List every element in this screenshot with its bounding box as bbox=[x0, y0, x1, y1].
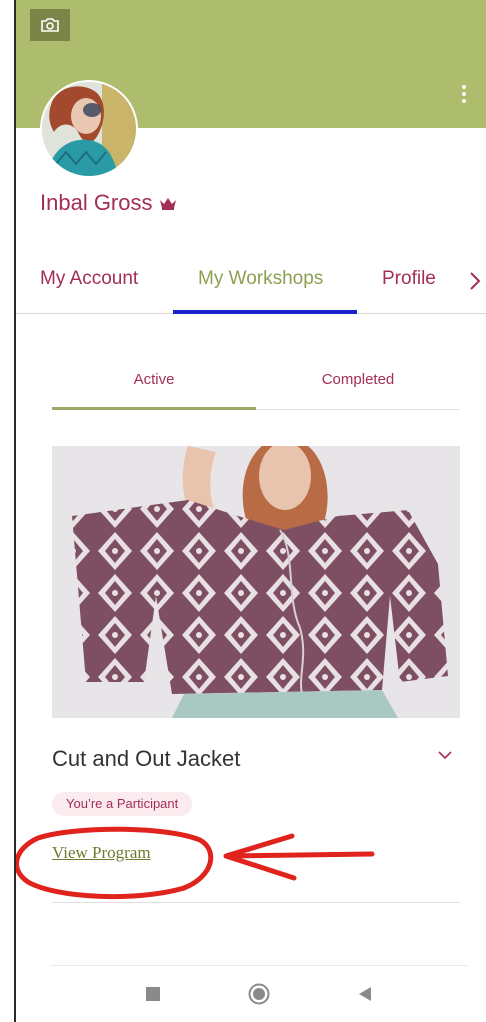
card-divider bbox=[52, 902, 460, 903]
circle-icon bbox=[248, 983, 270, 1005]
tab-completed[interactable]: Completed bbox=[256, 371, 460, 388]
app-screen: Inbal Gross My Account My Workshops Prof… bbox=[14, 0, 486, 1022]
crown-icon bbox=[159, 197, 176, 210]
profile-name: Inbal Gross bbox=[40, 190, 153, 215]
sub-tab-indicator bbox=[52, 407, 256, 410]
view-program-link[interactable]: View Program bbox=[52, 843, 151, 863]
change-cover-button[interactable] bbox=[30, 9, 70, 41]
back-button[interactable] bbox=[353, 982, 377, 1006]
workshop-title: Cut and Out Jacket bbox=[52, 746, 241, 771]
avatar[interactable] bbox=[40, 80, 138, 178]
annotation-arrow bbox=[223, 833, 375, 881]
more-vert-icon bbox=[462, 85, 466, 103]
workshop-status-tabs: Active Completed bbox=[52, 352, 460, 410]
tab-active[interactable]: Active bbox=[52, 371, 256, 388]
tab-my-workshops[interactable]: My Workshops bbox=[198, 268, 323, 290]
profile-name-row: Inbal Gross bbox=[40, 190, 177, 216]
square-icon bbox=[146, 987, 160, 1001]
system-navigation-bar bbox=[50, 965, 468, 1022]
avatar-photo bbox=[42, 82, 136, 176]
more-options-button[interactable] bbox=[454, 80, 474, 108]
camera-icon bbox=[41, 18, 59, 32]
main-tabs: My Account My Workshops Profile bbox=[16, 250, 486, 314]
chevron-down-icon[interactable] bbox=[436, 748, 454, 762]
active-tab-indicator bbox=[173, 310, 357, 314]
workshop-photo bbox=[52, 446, 460, 718]
workshop-image[interactable] bbox=[52, 446, 460, 718]
participant-badge: You’re a Participant bbox=[52, 792, 193, 816]
tab-profile[interactable]: Profile bbox=[382, 268, 436, 290]
home-button[interactable] bbox=[247, 982, 271, 1006]
triangle-back-icon bbox=[359, 987, 371, 1001]
chevron-right-icon[interactable] bbox=[468, 270, 482, 292]
recents-button[interactable] bbox=[141, 982, 165, 1006]
tab-my-account[interactable]: My Account bbox=[40, 268, 138, 290]
